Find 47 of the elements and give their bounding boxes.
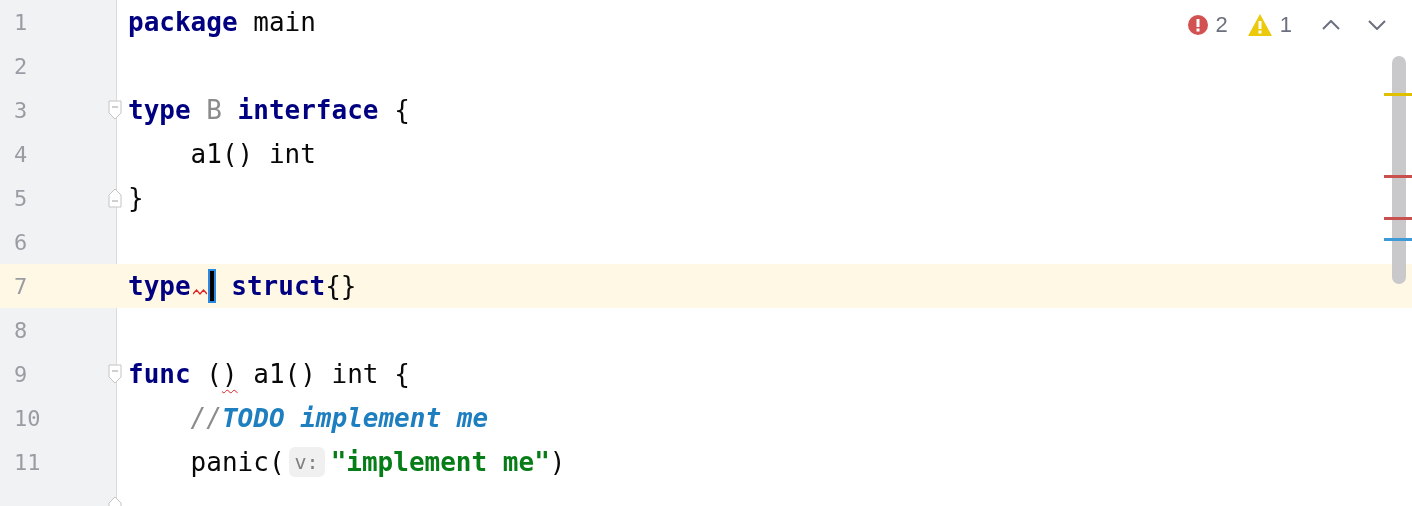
line-number: 3 xyxy=(14,97,28,123)
line-number: 8 xyxy=(14,317,28,343)
code-token: type xyxy=(128,95,191,125)
code-token: } xyxy=(128,183,144,213)
line-number: 2 xyxy=(14,53,28,79)
code-token: package xyxy=(128,7,238,37)
line-number: 11 xyxy=(14,449,41,475)
code-token: "implement me" xyxy=(330,447,550,477)
warning-icon[interactable] xyxy=(1247,14,1272,36)
scrollbar-thumb[interactable] xyxy=(1392,56,1406,284)
error-stripe-mark[interactable] xyxy=(1384,238,1412,241)
line-number: 10 xyxy=(14,405,41,431)
line-number: 1 xyxy=(14,9,28,35)
error-stripe-mark[interactable] xyxy=(1384,175,1412,178)
code-token: TODO implement me xyxy=(221,403,489,433)
code-token: a1() int xyxy=(189,139,316,169)
error-stripe-mark[interactable] xyxy=(1384,217,1412,220)
error-stripe-mark[interactable] xyxy=(1384,93,1412,96)
code-token: ( xyxy=(205,359,222,389)
error-count: 2 xyxy=(1215,12,1228,38)
code-token: func xyxy=(128,359,191,389)
code-token: { xyxy=(393,95,410,125)
code-token: ) xyxy=(549,447,566,477)
code-token: interface xyxy=(236,95,379,125)
line-number: 5 xyxy=(14,185,28,211)
fold-icon[interactable] xyxy=(108,100,122,120)
code-token: // xyxy=(189,403,222,433)
parameter-hint: v: xyxy=(288,447,325,477)
code-token: struct xyxy=(230,271,326,301)
error-code-token: ) xyxy=(221,359,238,389)
chevron-up-icon[interactable] xyxy=(1322,20,1340,30)
fold-icon[interactable] xyxy=(108,188,122,208)
code-token: B xyxy=(205,95,222,125)
line-number: 4 xyxy=(14,141,28,167)
code-token: a1() int { xyxy=(252,359,410,389)
code-token: {} xyxy=(325,271,357,301)
chevron-down-icon[interactable] xyxy=(1368,20,1386,30)
line-number: 9 xyxy=(14,361,28,387)
code-token: main xyxy=(252,7,316,37)
code-token: panic( xyxy=(189,447,285,477)
error-icon[interactable] xyxy=(1187,15,1208,35)
line-number: 7 xyxy=(14,273,28,299)
code-token: type xyxy=(128,271,191,301)
fold-icon[interactable] xyxy=(108,364,122,384)
text-caret xyxy=(209,271,214,301)
line-number: 6 xyxy=(14,229,28,255)
warning-count: 1 xyxy=(1279,12,1292,38)
